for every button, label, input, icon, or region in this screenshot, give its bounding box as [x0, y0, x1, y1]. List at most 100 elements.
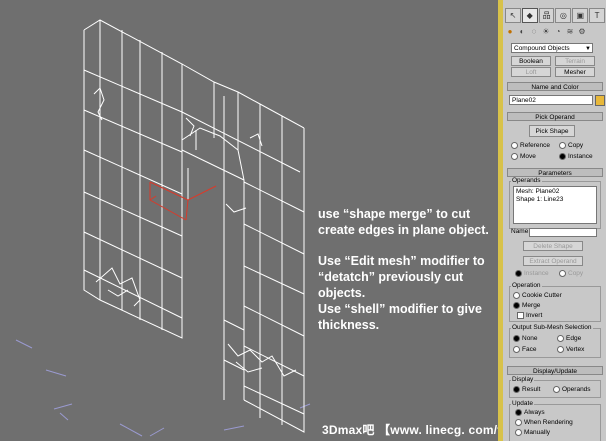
checkbox-icon	[517, 312, 524, 319]
operands-list[interactable]: Mesh: Plane02 Shape 1: Line23	[513, 186, 597, 224]
submesh-vertex-label: Vertex	[566, 346, 585, 354]
chevron-down-icon: ▼	[585, 46, 591, 52]
object-name-field[interactable]: Plane02	[509, 95, 593, 105]
radio-dot-icon	[515, 409, 522, 416]
operand-name-label: Name:	[511, 228, 531, 235]
mesher-button[interactable]: Mesher	[555, 67, 595, 77]
radio-dot-icon	[513, 386, 520, 393]
update-manually-radio[interactable]: Manually	[515, 429, 550, 437]
radio-dot-icon	[515, 270, 522, 277]
perspective-viewport[interactable]: use “shape merge” to cut create edges in…	[0, 0, 498, 441]
rollout-pick-operand[interactable]: Pick Operand	[507, 112, 603, 121]
cookie-cutter-radio[interactable]: Cookie Cutter	[513, 292, 562, 300]
motion-icon[interactable]: ◎	[555, 8, 572, 23]
radio-dot-icon	[557, 346, 564, 353]
pick-shape-button[interactable]: Pick Shape	[529, 125, 575, 137]
cookie-cutter-label: Cookie Cutter	[522, 292, 562, 300]
copy-label: Copy	[568, 142, 584, 150]
radio-dot-icon	[559, 153, 566, 160]
geometry-icon[interactable]: ●	[505, 27, 515, 37]
rollout-parameters[interactable]: Parameters	[507, 168, 603, 177]
submesh-none-label: None	[522, 335, 538, 343]
move-label: Move	[520, 153, 536, 161]
radio-dot-icon	[553, 386, 560, 393]
radio-dot-icon	[513, 292, 520, 299]
list-item[interactable]: Shape 1: Line23	[516, 196, 594, 204]
extract-operand-button[interactable]: Extract Operand	[523, 256, 583, 266]
submesh-group-label: Output Sub-Mesh Selection	[511, 324, 593, 332]
annotation-shell: Use “shell” modifier to give thickness.	[318, 302, 482, 332]
submesh-edge-radio[interactable]: Edge	[557, 335, 581, 343]
cameras-icon[interactable]: ☀	[541, 27, 551, 37]
display-operands-radio[interactable]: Operands	[553, 386, 591, 394]
update-always-radio[interactable]: Always	[515, 409, 545, 417]
operands-group-label: Operands	[511, 177, 542, 185]
shapes-icon[interactable]: ◐	[517, 27, 527, 37]
submesh-vertex-radio[interactable]: Vertex	[557, 346, 584, 354]
helpers-icon[interactable]: ◔	[553, 27, 563, 37]
modify-icon[interactable]: ◆	[521, 8, 538, 23]
operation-group-label: Operation	[511, 282, 542, 290]
display-group-label: Display	[511, 376, 535, 384]
radio-dot-icon	[513, 346, 520, 353]
invert-checkbox[interactable]: Invert	[517, 312, 542, 320]
command-tabs: ↖ ◆ 品 ◎ ▣ T	[505, 8, 605, 23]
delete-shape-button[interactable]: Delete Shape	[523, 241, 583, 251]
radio-dot-icon	[513, 302, 520, 309]
rollout-display-update[interactable]: Display/Update	[507, 366, 603, 375]
submesh-none-radio[interactable]: None	[513, 335, 538, 343]
category-dropdown[interactable]: Compound Objects ▼	[511, 43, 593, 53]
extract-instance-label: Instance	[524, 270, 549, 278]
radio-dot-icon	[515, 429, 522, 436]
watermark: 3Dmax吧 【www. linecg. com/tieba/1771】	[322, 423, 498, 437]
systems-icon[interactable]: ⚙	[577, 27, 587, 37]
copy-radio[interactable]: Copy	[559, 142, 583, 150]
extract-instance-radio[interactable]: Instance	[515, 270, 549, 278]
display-operands-label: Operands	[562, 386, 591, 394]
update-always-label: Always	[524, 409, 545, 417]
update-group-label: Update	[511, 400, 534, 408]
merge-label: Merge	[522, 302, 541, 310]
annotation-shape-merge: use “shape merge” to cut create edges in…	[318, 207, 489, 237]
submesh-face-label: Face	[522, 346, 537, 354]
lights-icon[interactable]: ◌	[529, 27, 539, 37]
spacewarps-icon[interactable]: ≋	[565, 27, 575, 37]
terrain-button[interactable]: Terrain	[555, 56, 595, 66]
radio-dot-icon	[557, 335, 564, 342]
reference-label: Reference	[520, 142, 550, 150]
instance-radio[interactable]: Instance	[559, 153, 593, 161]
category-value: Compound Objects	[514, 45, 570, 52]
utilities-icon[interactable]: T	[589, 8, 605, 23]
update-when-rendering-radio[interactable]: When Rendering	[515, 419, 573, 427]
rollout-name-and-color[interactable]: Name and Color	[507, 82, 603, 91]
create-subtabs: ● ◐ ◌ ☀ ◔ ≋ ⚙	[505, 27, 605, 39]
radio-dot-icon	[511, 142, 518, 149]
boolean-button[interactable]: Boolean	[511, 56, 551, 66]
instance-label: Instance	[568, 153, 593, 161]
radio-dot-icon	[513, 335, 520, 342]
display-result-radio[interactable]: Result	[513, 386, 540, 394]
radio-dot-icon	[511, 153, 518, 160]
command-panel: ↖ ◆ 品 ◎ ▣ T ● ◐ ◌ ☀ ◔ ≋ ⚙ Compound Objec…	[503, 0, 606, 441]
annotation-edit-mesh: Use “Edit mesh” modifier to “detatch” pr…	[318, 254, 485, 300]
radio-dot-icon	[559, 142, 566, 149]
radio-dot-icon	[559, 270, 566, 277]
create-icon[interactable]: ↖	[505, 8, 521, 23]
operand-name-field[interactable]	[529, 228, 597, 237]
update-when-rendering-label: When Rendering	[524, 419, 573, 427]
list-item[interactable]: Mesh: Plane02	[516, 188, 594, 196]
hierarchy-icon[interactable]: 品	[538, 8, 555, 23]
update-manually-label: Manually	[524, 429, 551, 437]
extract-copy-radio[interactable]: Copy	[559, 270, 583, 278]
extract-copy-label: Copy	[568, 270, 584, 278]
merge-radio[interactable]: Merge	[513, 302, 540, 310]
radio-dot-icon	[515, 419, 522, 426]
reference-radio[interactable]: Reference	[511, 142, 550, 150]
loft-button[interactable]: Loft	[511, 67, 551, 77]
object-color-swatch[interactable]	[595, 95, 605, 106]
display-result-label: Result	[522, 386, 541, 394]
submesh-face-radio[interactable]: Face	[513, 346, 536, 354]
submesh-edge-label: Edge	[566, 335, 582, 343]
move-radio[interactable]: Move	[511, 153, 536, 161]
display-icon[interactable]: ▣	[572, 8, 589, 23]
